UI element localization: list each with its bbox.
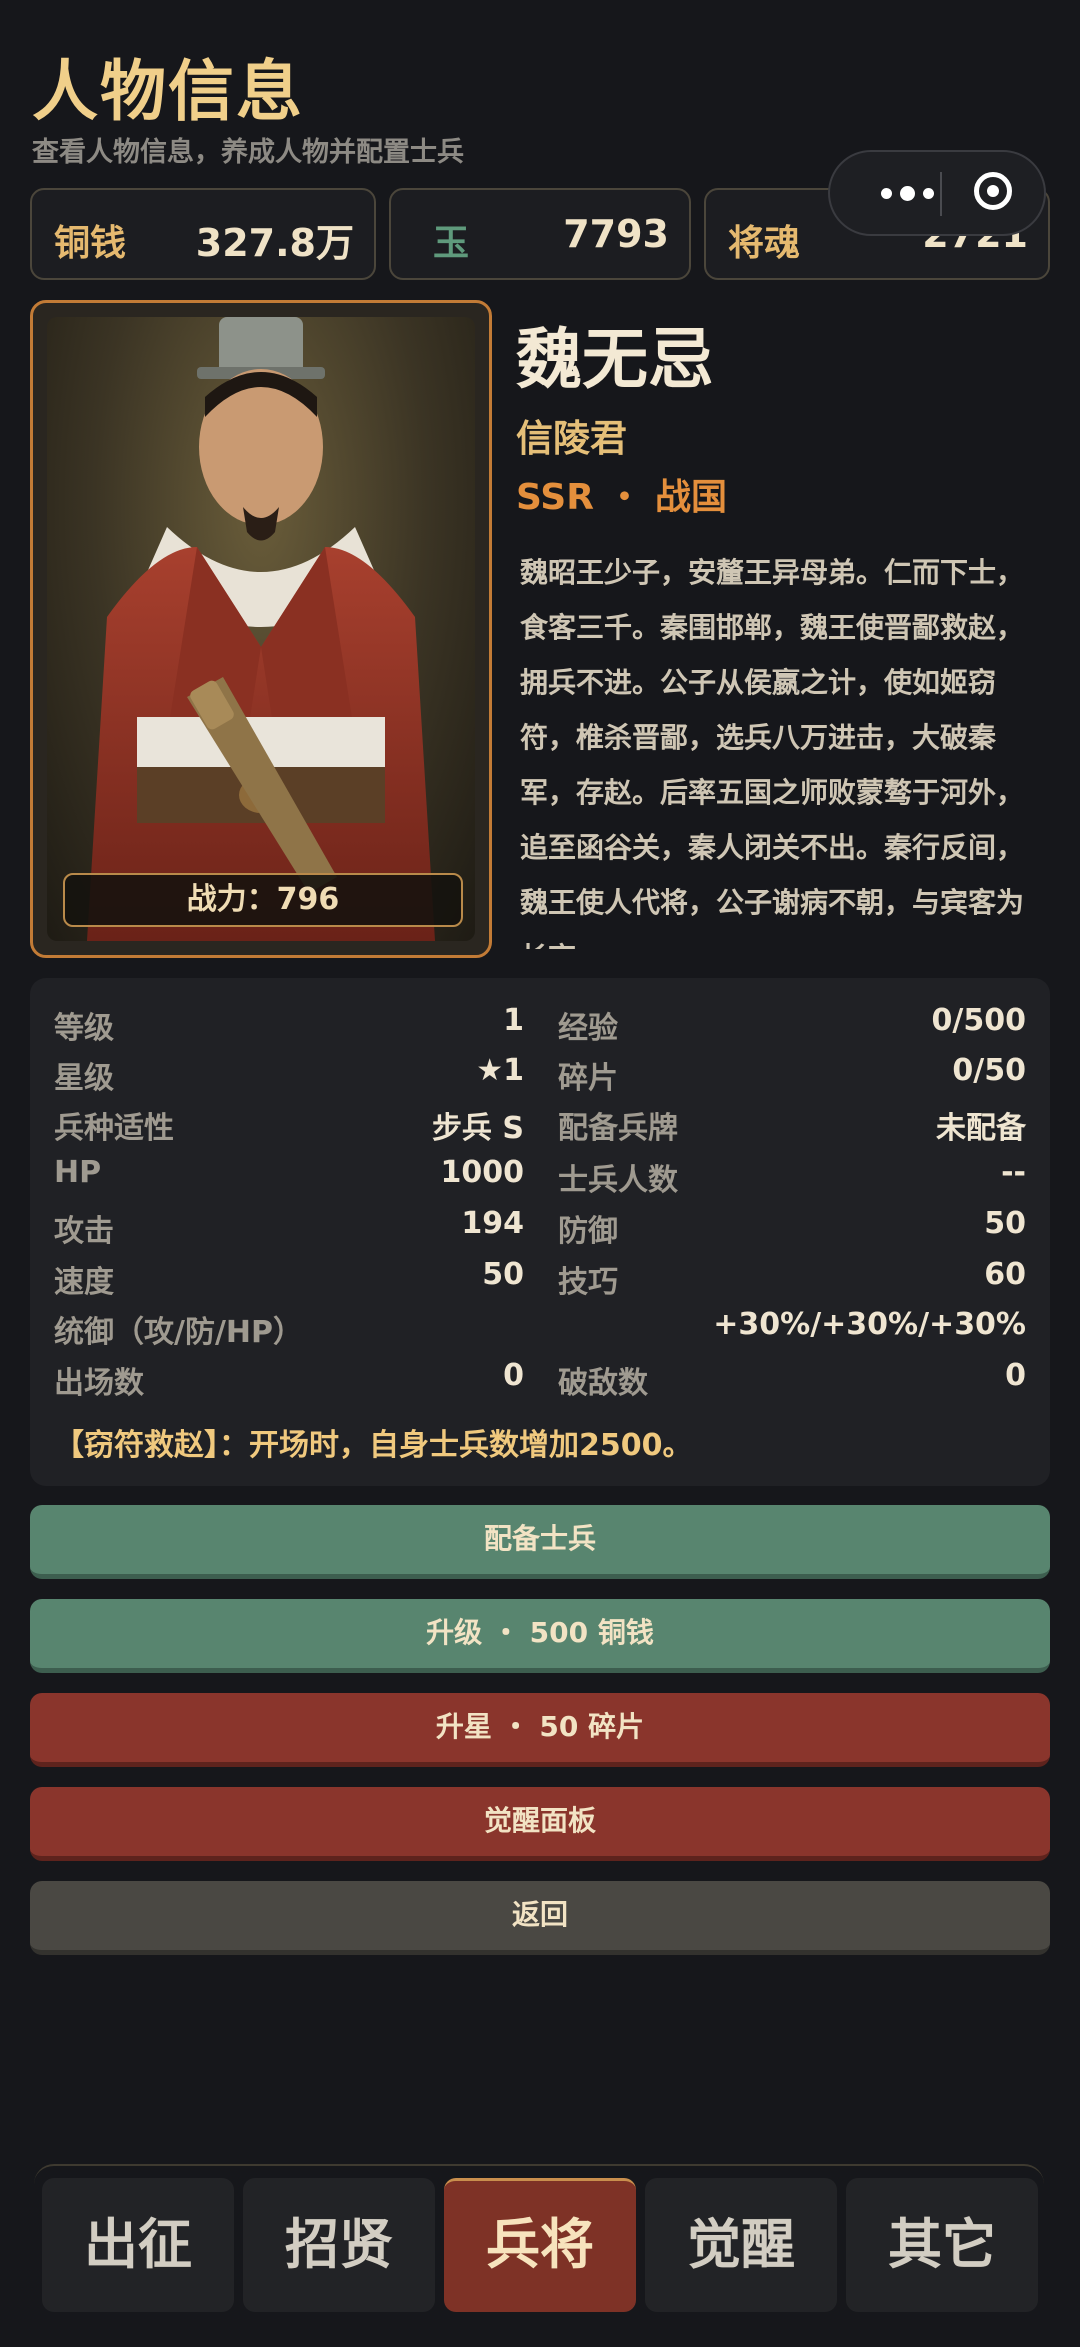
stat-label: 碎片: [558, 1061, 618, 1096]
stats-panel: 等级 1 经验 0/500 星级 ★1 碎片 0/50 兵种适性 步兵 S 配备…: [30, 978, 1050, 1486]
stat-label: HP: [54, 1155, 102, 1190]
stat-token: 配备兵牌 未配备: [558, 1103, 1026, 1146]
miniprogram-capsule: [828, 150, 1046, 236]
currency-jade: 玉 7793: [389, 188, 691, 280]
tab-other[interactable]: 其它: [846, 2178, 1038, 2312]
stat-value: 0/50: [952, 1053, 1026, 1088]
equip-soldiers-button[interactable]: 配备士兵: [30, 1505, 1050, 1579]
stat-label: 速度: [54, 1265, 114, 1300]
stat-value: 50: [482, 1257, 524, 1292]
stat-value: +30%/+30%/+30%: [713, 1307, 1026, 1342]
stat-value: 未配备: [936, 1111, 1026, 1146]
page-title: 人物信息: [32, 53, 304, 130]
hero-name: 魏无忌: [516, 321, 714, 398]
currency-copper: 铜钱 327.8万: [30, 188, 376, 280]
stat-label: 经验: [558, 1011, 618, 1046]
stat-value: 1: [503, 1003, 524, 1038]
awaken-panel-button[interactable]: 觉醒面板: [30, 1787, 1050, 1861]
stat-shard: 碎片 0/50: [558, 1053, 1026, 1096]
tab-recruit[interactable]: 招贤: [243, 2178, 435, 2312]
close-target-icon[interactable]: [974, 172, 1012, 210]
stat-defense: 防御 50: [558, 1206, 1026, 1249]
more-icon[interactable]: [854, 152, 960, 234]
hero-figure-illustration: [87, 317, 435, 941]
stat-value: 50: [984, 1206, 1026, 1241]
stat-soldiers: 士兵人数 --: [558, 1155, 1026, 1198]
upgrade-button[interactable]: 升级 ・ 500 铜钱: [30, 1599, 1050, 1673]
stat-value: 1000: [440, 1155, 525, 1190]
currency-label: 铜钱: [54, 223, 127, 264]
hero-skill-description: 【窃符救赵】：开场时，自身士兵数增加2500。: [54, 1428, 693, 1463]
currency-value: 7793: [563, 212, 669, 256]
page-subtitle: 查看人物信息，养成人物并配置士兵: [32, 137, 464, 168]
stat-kills: 破敌数 0: [558, 1358, 1026, 1401]
stat-label: 出场数: [54, 1366, 144, 1401]
currency-label: 玉: [433, 223, 470, 264]
stat-value: 194: [461, 1206, 524, 1241]
stat-appearances: 出场数 0: [54, 1358, 524, 1401]
hero-biography: 魏昭王少子，安釐王异母弟。仁而下士，食客三千。秦围邯郸，魏王使晋鄙救赵，拥兵不进…: [520, 556, 1025, 949]
stat-label: 攻击: [54, 1214, 114, 1249]
stat-arm: 兵种适性 步兵 S: [54, 1103, 524, 1146]
stat-level: 等级 1: [54, 1003, 524, 1046]
stat-value: --: [1001, 1155, 1026, 1190]
stat-exp: 经验 0/500: [558, 1003, 1026, 1046]
stat-label: 破敌数: [558, 1366, 648, 1401]
stat-label: 星级: [54, 1061, 114, 1096]
stat-label: 防御: [558, 1214, 618, 1249]
hero-portrait-image: [47, 317, 475, 941]
star-up-button[interactable]: 升星 ・ 50 碎片: [30, 1693, 1050, 1767]
stat-hp: HP 1000: [54, 1155, 524, 1195]
stat-skill: 技巧 60: [558, 1257, 1026, 1300]
bottom-navigation: 出征 招贤 兵将 觉醒 其它: [34, 2164, 1044, 2318]
tab-generals[interactable]: 兵将: [444, 2178, 636, 2312]
currency-value: 327.8万: [195, 221, 354, 265]
hero-portrait-card: 战力：796: [30, 300, 492, 958]
stat-label: 配备兵牌: [558, 1111, 678, 1146]
stat-label: 兵种适性: [54, 1111, 174, 1146]
stat-value: 0: [503, 1358, 524, 1393]
stat-label: 统御（攻/防/HP）: [54, 1315, 304, 1350]
tab-awaken[interactable]: 觉醒: [645, 2178, 837, 2312]
stat-value: ★1: [476, 1053, 524, 1088]
stat-value: 60: [984, 1257, 1026, 1292]
stat-label: 等级: [54, 1011, 114, 1046]
stat-value: 0: [1005, 1358, 1026, 1393]
hero-alias: 信陵君: [516, 417, 627, 460]
stat-command: 统御（攻/防/HP） +30%/+30%/+30%: [54, 1307, 1026, 1350]
currency-label: 将魂: [728, 223, 801, 264]
stat-label: 技巧: [558, 1265, 618, 1300]
tab-expedition[interactable]: 出征: [42, 2178, 234, 2312]
stat-value: 0/500: [931, 1003, 1026, 1038]
combat-power-badge: 战力：796: [63, 873, 463, 927]
stat-speed: 速度 50: [54, 1257, 524, 1300]
back-button[interactable]: 返回: [30, 1881, 1050, 1955]
stat-star: 星级 ★1: [54, 1053, 524, 1096]
hero-rarity: SSR ・ 战国: [516, 477, 728, 518]
stat-label: 士兵人数: [558, 1163, 678, 1198]
capsule-divider: [940, 172, 942, 216]
stat-attack: 攻击 194: [54, 1206, 524, 1249]
stat-value: 步兵 S: [431, 1111, 524, 1146]
